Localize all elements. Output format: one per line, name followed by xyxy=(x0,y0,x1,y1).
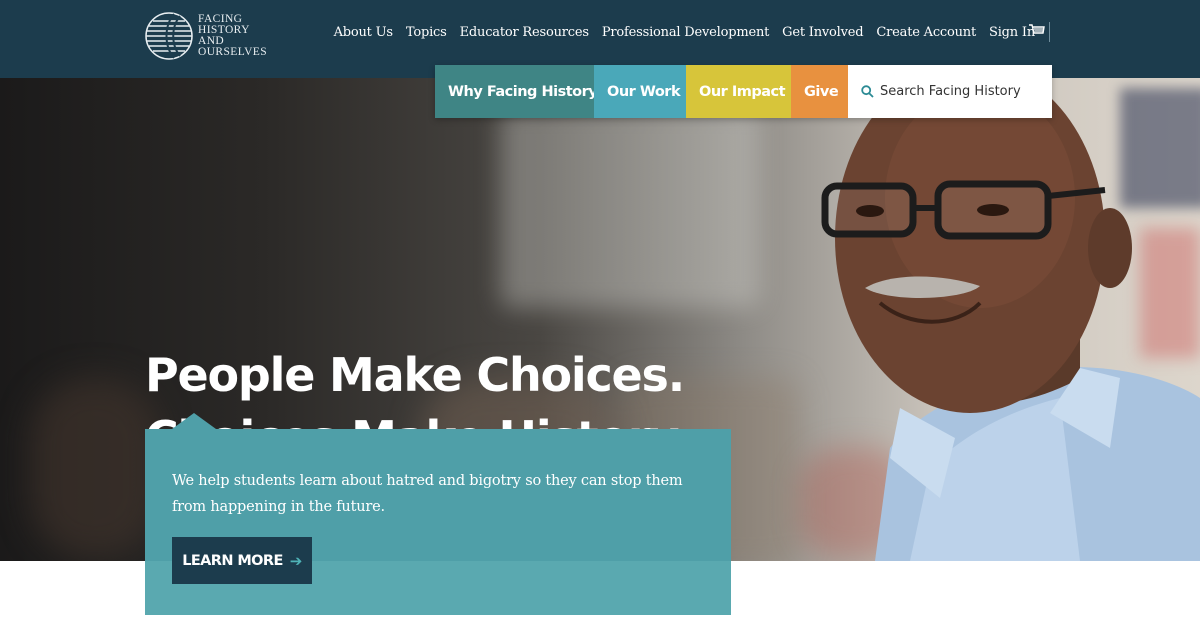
learn-more-button[interactable]: LEARN MORE ➔ xyxy=(172,537,312,584)
callout-pointer xyxy=(172,413,216,429)
nav-create-account[interactable]: Create Account xyxy=(876,25,976,40)
logo-wordmark: FACING HISTORY AND OURSELVES xyxy=(198,13,267,58)
learn-more-label: LEARN MORE xyxy=(182,552,283,569)
mission-callout: We help students learn about hatred and … xyxy=(145,429,731,615)
nav-get-involved[interactable]: Get Involved xyxy=(782,25,863,40)
top-nav: About Us Topics Educator Resources Profe… xyxy=(321,22,1050,42)
globe-logo-icon xyxy=(145,12,193,60)
tab-our-impact[interactable]: Our Impact xyxy=(686,65,791,118)
nav-divider xyxy=(1049,22,1050,42)
search-icon[interactable] xyxy=(861,85,874,98)
nav-professional-development[interactable]: Professional Development xyxy=(602,25,770,40)
site-logo[interactable]: FACING HISTORY AND OURSELVES xyxy=(144,10,274,62)
tab-give[interactable]: Give xyxy=(791,65,848,118)
nav-educator-resources[interactable]: Educator Resources xyxy=(460,25,589,40)
hero-background-shape xyxy=(500,108,760,308)
hero-photo-smiling-man xyxy=(821,78,1200,561)
nav-topics[interactable]: Topics xyxy=(406,25,447,40)
hero-background-shape xyxy=(30,378,160,558)
headline-line-1: People Make Choices. xyxy=(145,348,685,402)
search-input[interactable] xyxy=(880,84,1050,99)
tab-why-facing-history[interactable]: Why Facing History xyxy=(435,65,598,118)
arrow-right-icon: ➔ xyxy=(289,551,303,570)
section-nav: Why Facing History Our Work Our Impact G… xyxy=(435,65,1052,118)
nav-about-us[interactable]: About Us xyxy=(334,25,393,40)
site-search[interactable] xyxy=(848,65,1052,118)
logo-line: OURSELVES xyxy=(198,46,267,58)
tab-our-work[interactable]: Our Work xyxy=(594,65,686,118)
cart-icon[interactable] xyxy=(1028,22,1046,40)
mission-text: We help students learn about hatred and … xyxy=(172,473,683,515)
